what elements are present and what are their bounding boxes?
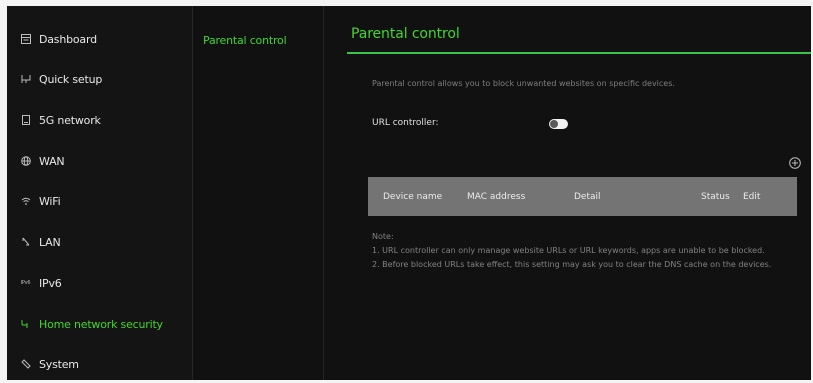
note-line: 2. Before blocked URLs take effect, this…: [372, 260, 772, 269]
add-device-button[interactable]: [789, 154, 801, 169]
sidebar-item-label: Quick setup: [39, 72, 103, 86]
globe-icon: [20, 156, 31, 167]
subnav-item-parental-control[interactable]: Parental control: [203, 34, 287, 47]
sidebar-item-wan[interactable]: WAN: [7, 142, 192, 180]
column-header-edit: Edit: [743, 192, 761, 202]
sidebar-item-wifi[interactable]: WiFi: [7, 182, 192, 220]
sidebar-item-ipv6[interactable]: IPv6 IPv6: [7, 264, 192, 302]
sidebar-item-home-network-security[interactable]: Home network security: [7, 305, 192, 343]
sidebar-item-label: Home network security: [39, 317, 163, 331]
quick-setup-icon: [20, 74, 31, 85]
main-panel: Parental control Parental control allows…: [324, 6, 811, 380]
system-icon: [20, 359, 31, 370]
lan-icon: [20, 237, 31, 248]
ipv6-icon: IPv6: [20, 280, 31, 286]
subnav: Parental control: [193, 6, 324, 380]
sidebar-item-label: WiFi: [39, 194, 61, 208]
sidebar-item-quick-setup[interactable]: Quick setup: [7, 60, 192, 98]
column-header-status: Status: [701, 192, 730, 202]
sidebar-item-5g-network[interactable]: 5G network: [7, 101, 192, 139]
url-controller-toggle[interactable]: [549, 119, 568, 129]
sidebar-item-lan[interactable]: LAN: [7, 223, 192, 261]
sidebar-item-dashboard[interactable]: Dashboard: [7, 20, 192, 58]
sidebar-item-label: LAN: [39, 235, 61, 249]
sidebar-item-label: Dashboard: [39, 32, 97, 46]
sidebar-item-label: System: [39, 357, 79, 371]
sidebar-item-label: 5G network: [39, 113, 101, 127]
column-header-device-name: Device name: [383, 192, 443, 202]
column-header-mac-address: MAC address: [467, 192, 526, 202]
note-title: Note:: [372, 232, 394, 241]
note-line: 1. URL controller can only manage websit…: [372, 246, 765, 255]
sidebar-item-label: IPv6: [39, 276, 62, 290]
sidebar-item-system[interactable]: System: [7, 345, 192, 383]
dashboard-icon: [20, 34, 31, 45]
plus-circle-icon: [789, 157, 801, 169]
5g-network-icon: [20, 115, 31, 126]
page-description: Parental control allows you to block unw…: [372, 79, 675, 88]
column-header-detail: Detail: [574, 192, 601, 202]
wifi-icon: [20, 196, 31, 207]
device-table-header: Device name MAC address Detail Status Ed…: [368, 177, 797, 216]
toggle-knob: [550, 120, 558, 128]
url-controller-label: URL controller:: [372, 118, 439, 128]
sidebar-item-label: WAN: [39, 154, 65, 168]
shield-key-icon: [20, 319, 31, 330]
page-title: Parental control: [351, 26, 460, 42]
router-admin-window: Dashboard Quick setup 5G network WAN WiF…: [7, 6, 811, 380]
sidebar: Dashboard Quick setup 5G network WAN WiF…: [7, 6, 193, 380]
title-divider: [347, 52, 811, 54]
